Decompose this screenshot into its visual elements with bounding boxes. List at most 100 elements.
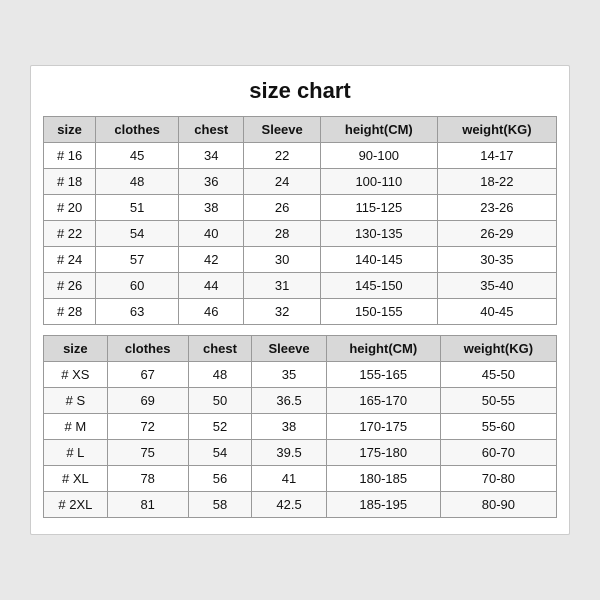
cell-4-3: 41 (252, 466, 326, 492)
table-row: # 26604431145-15035-40 (44, 273, 557, 299)
col-header-5: weight(KG) (440, 336, 556, 362)
cell-1-0: # 18 (44, 169, 96, 195)
cell-2-1: 72 (107, 414, 188, 440)
cell-4-0: # 24 (44, 247, 96, 273)
cell-4-1: 57 (96, 247, 179, 273)
table-row: # 22544028130-13526-29 (44, 221, 557, 247)
cell-4-4: 140-145 (320, 247, 437, 273)
table-row: # XL785641180-18570-80 (44, 466, 557, 492)
cell-0-1: 45 (96, 143, 179, 169)
cell-6-4: 150-155 (320, 299, 437, 325)
cell-4-2: 56 (188, 466, 252, 492)
cell-2-0: # M (44, 414, 108, 440)
cell-1-2: 50 (188, 388, 252, 414)
cell-4-5: 70-80 (440, 466, 556, 492)
cell-0-5: 45-50 (440, 362, 556, 388)
cell-3-3: 28 (244, 221, 320, 247)
col-header-3: Sleeve (252, 336, 326, 362)
table-row: # 2XL815842.5185-19580-90 (44, 492, 557, 518)
cell-5-5: 80-90 (440, 492, 556, 518)
cell-1-1: 48 (96, 169, 179, 195)
cell-6-5: 40-45 (437, 299, 556, 325)
cell-2-4: 170-175 (326, 414, 440, 440)
table-row: # 24574230140-14530-35 (44, 247, 557, 273)
table-row: # 18483624100-11018-22 (44, 169, 557, 195)
cell-1-5: 50-55 (440, 388, 556, 414)
col-header-1: clothes (107, 336, 188, 362)
cell-1-3: 24 (244, 169, 320, 195)
table2-header-row: sizeclotheschestSleeveheight(CM)weight(K… (44, 336, 557, 362)
cell-0-0: # XS (44, 362, 108, 388)
cell-5-5: 35-40 (437, 273, 556, 299)
col-header-4: height(CM) (326, 336, 440, 362)
cell-3-0: # 22 (44, 221, 96, 247)
cell-5-2: 58 (188, 492, 252, 518)
cell-2-3: 26 (244, 195, 320, 221)
table-row: # 20513826115-12523-26 (44, 195, 557, 221)
cell-3-1: 75 (107, 440, 188, 466)
cell-3-5: 60-70 (440, 440, 556, 466)
cell-1-5: 18-22 (437, 169, 556, 195)
cell-6-3: 32 (244, 299, 320, 325)
table1-header-row: sizeclotheschestSleeveheight(CM)weight(K… (44, 117, 557, 143)
size-chart-card: size chart sizeclotheschestSleeveheight(… (30, 65, 570, 535)
col-header-3: Sleeve (244, 117, 320, 143)
cell-6-0: # 28 (44, 299, 96, 325)
cell-2-4: 115-125 (320, 195, 437, 221)
cell-0-4: 90-100 (320, 143, 437, 169)
cell-6-1: 63 (96, 299, 179, 325)
cell-3-4: 130-135 (320, 221, 437, 247)
cell-6-2: 46 (179, 299, 244, 325)
col-header-0: size (44, 336, 108, 362)
cell-2-1: 51 (96, 195, 179, 221)
cell-5-1: 81 (107, 492, 188, 518)
col-header-2: chest (188, 336, 252, 362)
cell-5-0: # 26 (44, 273, 96, 299)
cell-3-2: 54 (188, 440, 252, 466)
cell-1-0: # S (44, 388, 108, 414)
cell-1-1: 69 (107, 388, 188, 414)
cell-5-4: 145-150 (320, 273, 437, 299)
cell-3-0: # L (44, 440, 108, 466)
cell-3-4: 175-180 (326, 440, 440, 466)
size-table-1: sizeclotheschestSleeveheight(CM)weight(K… (43, 116, 557, 325)
col-header-2: chest (179, 117, 244, 143)
cell-1-3: 36.5 (252, 388, 326, 414)
cell-1-2: 36 (179, 169, 244, 195)
cell-3-1: 54 (96, 221, 179, 247)
cell-3-5: 26-29 (437, 221, 556, 247)
cell-4-5: 30-35 (437, 247, 556, 273)
cell-2-2: 38 (179, 195, 244, 221)
cell-2-2: 52 (188, 414, 252, 440)
cell-5-3: 31 (244, 273, 320, 299)
table-row: # 1645342290-10014-17 (44, 143, 557, 169)
cell-4-1: 78 (107, 466, 188, 492)
col-header-5: weight(KG) (437, 117, 556, 143)
cell-5-0: # 2XL (44, 492, 108, 518)
cell-1-4: 165-170 (326, 388, 440, 414)
table-row: # M725238170-17555-60 (44, 414, 557, 440)
cell-5-1: 60 (96, 273, 179, 299)
table-row: # L755439.5175-18060-70 (44, 440, 557, 466)
col-header-4: height(CM) (320, 117, 437, 143)
cell-5-2: 44 (179, 273, 244, 299)
cell-0-4: 155-165 (326, 362, 440, 388)
cell-5-4: 185-195 (326, 492, 440, 518)
col-header-1: clothes (96, 117, 179, 143)
cell-0-2: 48 (188, 362, 252, 388)
cell-2-3: 38 (252, 414, 326, 440)
size-table-2: sizeclotheschestSleeveheight(CM)weight(K… (43, 335, 557, 518)
cell-0-3: 22 (244, 143, 320, 169)
cell-5-3: 42.5 (252, 492, 326, 518)
cell-4-4: 180-185 (326, 466, 440, 492)
cell-3-3: 39.5 (252, 440, 326, 466)
cell-2-5: 55-60 (440, 414, 556, 440)
table-row: # S695036.5165-17050-55 (44, 388, 557, 414)
table-row: # XS674835155-16545-50 (44, 362, 557, 388)
cell-0-1: 67 (107, 362, 188, 388)
cell-0-2: 34 (179, 143, 244, 169)
chart-title: size chart (43, 78, 557, 104)
cell-3-2: 40 (179, 221, 244, 247)
cell-4-2: 42 (179, 247, 244, 273)
cell-4-3: 30 (244, 247, 320, 273)
